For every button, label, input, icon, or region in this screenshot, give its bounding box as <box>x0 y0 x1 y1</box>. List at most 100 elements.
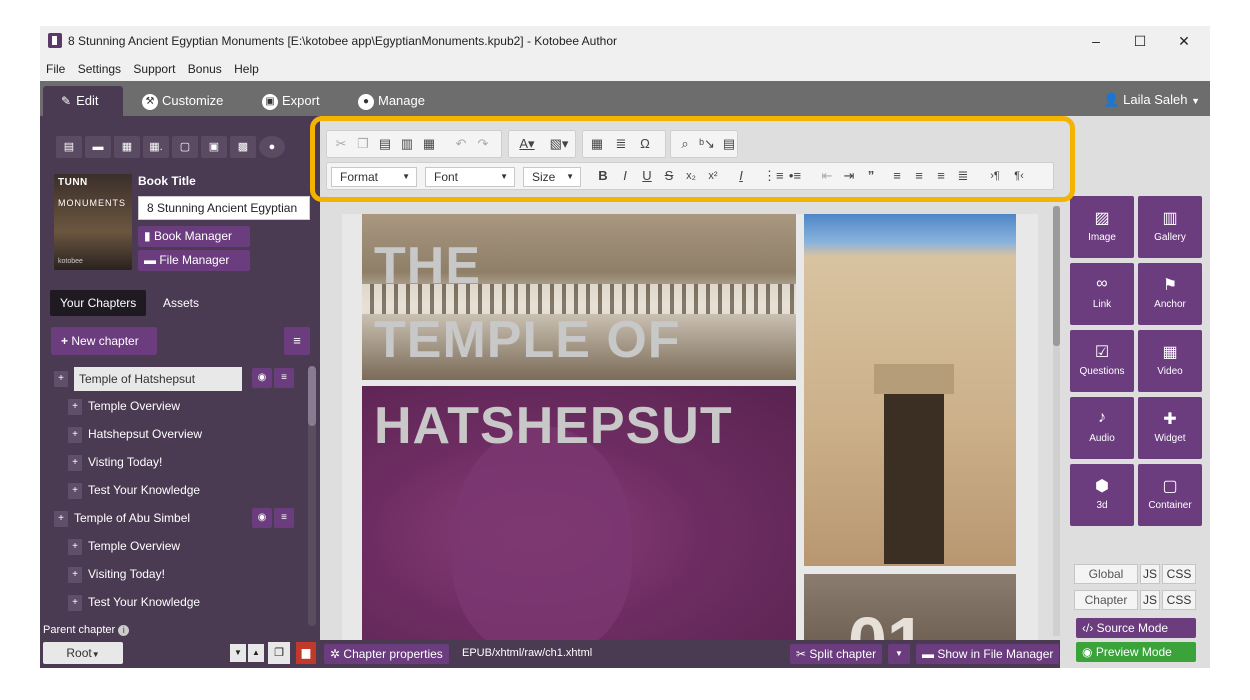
insert-widget-button[interactable]: ✚ Widget <box>1138 397 1202 459</box>
font-select[interactable]: Font ▼ <box>425 167 515 187</box>
eye-icon[interactable]: ◉ <box>252 368 272 388</box>
save-icon[interactable]: ▦ <box>114 136 140 158</box>
tab-customize[interactable]: ⚒ Customize <box>142 86 223 116</box>
new-file-icon[interactable]: ▤ <box>56 136 82 158</box>
search-icon[interactable]: ⌕ <box>675 135 695 153</box>
align-center-icon[interactable]: ≡ <box>909 167 929 185</box>
justify-icon[interactable]: ≣ <box>953 167 973 185</box>
menu-help[interactable]: Help <box>228 56 262 76</box>
chapter-list-scrollbar[interactable] <box>308 366 316 626</box>
chapter-item[interactable]: + Visiting Today! <box>68 562 165 586</box>
chapter-label[interactable]: Temple of Hatshepsut <box>74 366 242 391</box>
chapter-item[interactable]: + Hatshepsut Overview <box>68 422 202 446</box>
bold-icon[interactable]: B <box>593 167 613 185</box>
chapter-item[interactable]: + Test Your Knowledge <box>68 478 200 502</box>
insert-3d-button[interactable]: ⬢ 3d <box>1070 464 1134 526</box>
chapter-properties-button[interactable]: ✲ Chapter properties <box>324 644 449 664</box>
cut-icon[interactable]: ✂ <box>331 135 351 153</box>
move-up-icon[interactable]: ▲ <box>248 644 264 662</box>
split-chapter-dropdown[interactable]: ▼ <box>888 644 910 664</box>
align-right-icon[interactable]: ≡ <box>931 167 951 185</box>
underline-icon[interactable]: U <box>637 167 657 185</box>
scrollbar-thumb[interactable] <box>308 366 316 426</box>
insert-gallery-button[interactable]: ▥ Gallery <box>1138 196 1202 258</box>
insert-container-button[interactable]: ▢ Container <box>1138 464 1202 526</box>
replace-icon[interactable]: ᵇ↘ <box>697 135 717 153</box>
chapter-js-button[interactable]: JS <box>1140 590 1160 610</box>
chapter-item[interactable]: + Temple Overview <box>68 394 180 418</box>
blockquote-icon[interactable]: ” <box>861 167 881 185</box>
new-chapter-button[interactable]: + New chapter <box>51 327 157 355</box>
strikethrough-icon[interactable]: S <box>659 167 679 185</box>
chapter-item[interactable]: + Temple of Abu Simbel <box>54 506 190 530</box>
close-button[interactable]: ✕ <box>1162 26 1206 56</box>
book-manager-button[interactable]: ▮ Book Manager <box>138 226 250 247</box>
open-folder-icon[interactable]: ▬ <box>85 136 111 158</box>
text-color-icon[interactable]: A▾ <box>513 135 541 153</box>
show-blocks-icon[interactable]: ▤ <box>719 135 739 153</box>
insert-audio-button[interactable]: ♪ Audio <box>1070 397 1134 459</box>
global-js-button[interactable]: JS <box>1140 564 1160 584</box>
word-icon[interactable]: ▩ <box>230 136 256 158</box>
menu-support[interactable]: Support <box>127 56 178 76</box>
table-icon[interactable]: ▦ <box>587 135 607 153</box>
horizontal-line-icon[interactable]: ≣ <box>611 135 631 153</box>
tab-your-chapters[interactable]: Your Chapters <box>50 290 147 316</box>
ltr-icon[interactable]: ›¶ <box>985 167 1005 185</box>
hamburger-icon[interactable]: ≡ <box>274 508 294 528</box>
duplicate-icon[interactable]: ❐ <box>268 642 290 664</box>
chapter-item[interactable]: + Temple Overview <box>68 534 180 558</box>
format-select[interactable]: Format ▼ <box>331 167 417 187</box>
chapter-menu-button[interactable]: ≡ <box>284 327 310 355</box>
tab-manage[interactable]: ● Manage <box>358 86 425 116</box>
book-cover[interactable]: TUNN MONUMENTS kotobee <box>54 174 132 270</box>
tab-export[interactable]: ▣ Export <box>262 86 320 116</box>
hamburger-icon[interactable]: ≡ <box>274 368 294 388</box>
split-chapter-button[interactable]: ✂ Split chapter <box>790 644 883 664</box>
undo-icon[interactable]: ↶ <box>451 135 471 153</box>
insert-video-button[interactable]: ▦ Video <box>1138 330 1202 392</box>
move-down-icon[interactable]: ▼ <box>230 644 246 662</box>
tab-edit[interactable]: ✎ Edit <box>43 86 123 116</box>
chapter-item[interactable]: + Temple of Hatshepsut <box>54 366 242 391</box>
page-canvas[interactable]: 01 THE TEMPLE OF HATSHEPSUT <box>342 214 1038 654</box>
rtl-icon[interactable]: ¶‹ <box>1009 167 1029 185</box>
insert-anchor-button[interactable]: ⚑ Anchor <box>1138 263 1202 325</box>
root-select[interactable]: Root▼ <box>43 642 123 664</box>
chapter-item[interactable]: + Test Your Knowledge <box>68 590 200 614</box>
chapter-item[interactable]: + Visting Today! <box>68 450 162 474</box>
preview-mode-button[interactable]: ◉ Preview Mode <box>1076 642 1196 662</box>
scrollbar-thumb[interactable] <box>1053 206 1060 346</box>
source-mode-button[interactable]: ‹/› Source Mode <box>1076 618 1196 638</box>
clear-format-icon[interactable]: I <box>731 167 751 185</box>
trash-icon[interactable]: ▆ <box>296 642 316 664</box>
background-color-icon[interactable]: ▧▾ <box>545 135 573 153</box>
minimize-button[interactable]: – <box>1074 26 1118 56</box>
save-as-icon[interactable]: ▦. <box>143 136 169 158</box>
paste-icon[interactable]: ▤ <box>375 135 395 153</box>
superscript-icon[interactable]: x² <box>703 167 723 185</box>
menu-settings[interactable]: Settings <box>72 56 124 76</box>
align-left-icon[interactable]: ≡ <box>887 167 907 185</box>
copy-icon[interactable]: ❐ <box>353 135 373 153</box>
chapter-css-button[interactable]: CSS <box>1162 590 1196 610</box>
subscript-icon[interactable]: x₂ <box>681 167 701 185</box>
paste-word-icon[interactable]: ▦ <box>419 135 439 153</box>
special-char-icon[interactable]: Ω <box>635 135 655 153</box>
import-icon[interactable]: ▣ <box>201 136 227 158</box>
redo-icon[interactable]: ↷ <box>473 135 493 153</box>
italic-icon[interactable]: I <box>615 167 635 185</box>
menu-file[interactable]: File <box>40 56 68 76</box>
numbered-list-icon[interactable]: ⋮≡ <box>763 167 784 185</box>
file-manager-button[interactable]: ▬ File Manager <box>138 250 250 271</box>
canvas-scrollbar[interactable] <box>1053 206 1060 636</box>
maximize-button[interactable]: ☐ <box>1118 26 1162 56</box>
global-css-button[interactable]: CSS <box>1162 564 1196 584</box>
bullet-list-icon[interactable]: •≡ <box>785 167 805 185</box>
book-title-input[interactable]: 8 Stunning Ancient Egyptian <box>138 196 310 220</box>
pdf-icon[interactable]: ▢ <box>172 136 198 158</box>
paste-text-icon[interactable]: ▥ <box>397 135 417 153</box>
tab-assets[interactable]: Assets <box>153 290 209 316</box>
user-menu[interactable]: 👤 Laila Saleh ▼ <box>1103 92 1200 108</box>
insert-image-button[interactable]: ▨ Image <box>1070 196 1134 258</box>
